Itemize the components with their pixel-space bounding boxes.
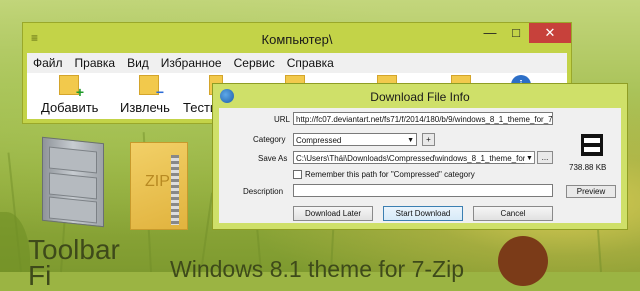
download-dialog: Download File Info URL http://fc07.devia… xyxy=(212,83,628,230)
cancel-button[interactable]: Cancel xyxy=(473,206,553,221)
menu-view[interactable]: Вид xyxy=(121,56,155,70)
dialog-body: URL http://fc07.deviantart.net/fs71/f/20… xyxy=(219,108,621,223)
main-titlebar[interactable]: ≡ Компьютер\ — □ ✕ xyxy=(23,23,571,53)
browse-button[interactable]: ... xyxy=(537,151,553,164)
zip-label: ZIP xyxy=(145,173,170,190)
dialog-title: Download File Info xyxy=(370,90,470,104)
dialog-titlebar[interactable]: Download File Info xyxy=(213,84,627,108)
minimize-button[interactable]: — xyxy=(477,23,503,43)
preview-button[interactable]: Preview xyxy=(566,185,616,198)
add-label: Добавить xyxy=(41,100,99,115)
extract-icon xyxy=(139,75,164,100)
menu-favorites[interactable]: Избранное xyxy=(155,56,228,70)
url-label: URL xyxy=(274,115,291,124)
zip-folder-icon: ZIP xyxy=(130,142,188,230)
remember-label: Remember this path for "Compressed" cate… xyxy=(305,170,475,179)
file-type-icon xyxy=(581,134,603,156)
remember-checkbox[interactable] xyxy=(293,170,302,179)
chevron-down-icon: ▼ xyxy=(407,137,414,144)
description-label: Description xyxy=(243,187,284,196)
description-field[interactable] xyxy=(293,184,553,197)
menu-file[interactable]: Файл xyxy=(27,56,69,70)
maximize-button[interactable]: □ xyxy=(503,23,529,43)
menu-edit[interactable]: Правка xyxy=(69,56,122,70)
file-cabinet-icon xyxy=(42,136,104,228)
file-size: 738.88 KB xyxy=(569,163,607,172)
category-label: Category xyxy=(253,135,286,144)
extract-label: Извлечь xyxy=(120,100,170,115)
category-value: Compressed xyxy=(296,136,342,145)
start-download-button[interactable]: Start Download xyxy=(383,206,463,221)
menu-help[interactable]: Справка xyxy=(281,56,340,70)
extract-button[interactable]: Извлечь xyxy=(117,73,177,119)
add-button[interactable]: Добавить xyxy=(37,73,99,119)
add-category-button[interactable]: + xyxy=(422,133,435,146)
close-button[interactable]: ✕ xyxy=(529,23,571,43)
avatar xyxy=(498,236,548,286)
download-later-button[interactable]: Download Later xyxy=(293,206,373,221)
menu-tools[interactable]: Сервис xyxy=(228,56,281,70)
save-as-dropdown[interactable]: ▼ xyxy=(525,151,535,164)
chevron-down-icon: ▼ xyxy=(526,155,533,162)
save-as-select[interactable]: C:\Users\Thái\Downloads\Compressed\windo… xyxy=(293,151,533,164)
desktop-title-line2: Fi xyxy=(28,260,52,291)
category-select[interactable]: Compressed ▼ xyxy=(293,133,417,146)
desktop-subtitle: Windows 8.1 theme for 7-Zip xyxy=(170,256,465,282)
add-icon xyxy=(59,75,84,100)
menu-bar: Файл Правка Вид Избранное Сервис Справка xyxy=(27,53,567,73)
save-as-value: C:\Users\Thái\Downloads\Compressed\windo… xyxy=(296,154,532,163)
url-field[interactable]: http://fc07.deviantart.net/fs71/f/2014/1… xyxy=(293,112,553,125)
save-as-label: Save As xyxy=(258,154,288,163)
